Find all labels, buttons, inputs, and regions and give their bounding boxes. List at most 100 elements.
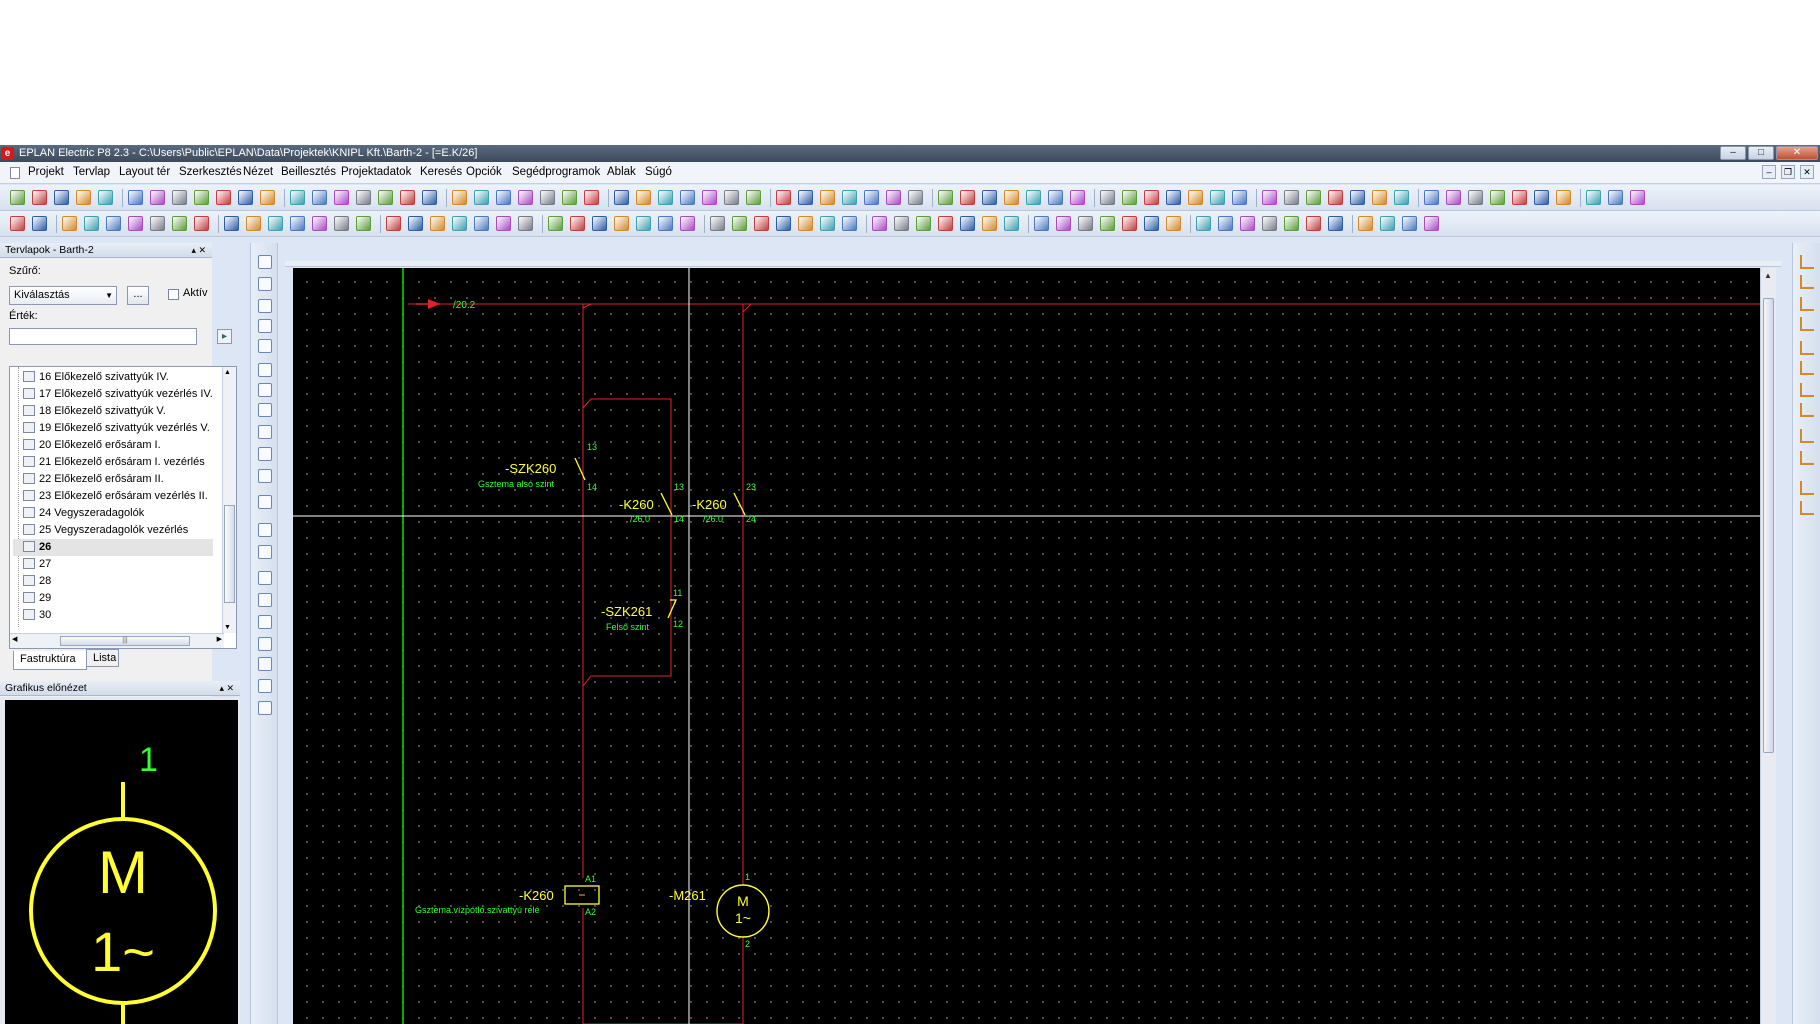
toolbar-tool-icon[interactable]	[540, 190, 555, 205]
connection-symbol-icon[interactable]	[1800, 317, 1814, 331]
active-checkbox[interactable]	[168, 289, 179, 300]
toolbar-tool-icon[interactable]	[312, 190, 327, 205]
tree-page-item[interactable]: 23 Előkezelő erősáram vezérlés II.	[13, 488, 213, 505]
drawing-tool-icon[interactable]	[258, 339, 272, 353]
drawing-tool-icon[interactable]	[258, 593, 272, 607]
toolbar-tool-icon[interactable]	[1262, 216, 1277, 231]
scroll-up-icon[interactable]: ▲	[224, 369, 231, 376]
scroll-down-icon[interactable]: ▼	[224, 624, 231, 631]
minimize-button[interactable]: –	[1720, 146, 1746, 160]
menu-projektadatok[interactable]: Projektadatok	[341, 166, 411, 178]
canvas-vscrollbar[interactable]: ▲	[1760, 268, 1776, 1024]
toolbar-tool-icon[interactable]	[1048, 190, 1063, 205]
toolbar-tool-icon[interactable]	[982, 216, 997, 231]
toolbar-tool-icon[interactable]	[820, 216, 835, 231]
toolbar-tool-icon[interactable]	[842, 216, 857, 231]
toolbar-tool-icon[interactable]	[268, 216, 283, 231]
toolbar-tool-icon[interactable]	[400, 190, 415, 205]
toolbar-tool-icon[interactable]	[172, 216, 187, 231]
preview-panel-controls[interactable]: ▴ ✕	[219, 681, 234, 695]
toolbar-tool-icon[interactable]	[408, 216, 423, 231]
menu-tervlap[interactable]: Tervlap	[73, 166, 110, 178]
tree-page-item[interactable]: 26	[13, 539, 213, 556]
toolbar-tool-icon[interactable]	[982, 190, 997, 205]
connection-symbol-icon[interactable]	[1800, 255, 1814, 269]
toolbar-tool-icon[interactable]	[1100, 216, 1115, 231]
tree-vscrollbar[interactable]: ▲ ▼	[222, 367, 236, 633]
toolbar-tool-icon[interactable]	[1630, 190, 1645, 205]
tree-vscroll-thumb[interactable]	[224, 505, 235, 603]
filter-browse-button[interactable]: ...	[127, 286, 149, 305]
value-input[interactable]	[9, 328, 197, 345]
toolbar-tool-icon[interactable]	[224, 216, 239, 231]
tree-page-item[interactable]: 20 Előkezelő erősáram I.	[13, 437, 213, 454]
drawing-tool-icon[interactable]	[258, 523, 272, 537]
toolbar-tool-icon[interactable]	[776, 190, 791, 205]
toolbar-tool-icon[interactable]	[1424, 190, 1439, 205]
drawing-tool-icon[interactable]	[258, 657, 272, 671]
connection-symbol-icon[interactable]	[1800, 429, 1814, 443]
toolbar-tool-icon[interactable]	[496, 216, 511, 231]
toolbar-tool-icon[interactable]	[872, 216, 887, 231]
connection-symbol-icon[interactable]	[1800, 481, 1814, 495]
tree-page-item[interactable]: 28	[13, 573, 213, 590]
toolbar-tool-icon[interactable]	[1004, 190, 1019, 205]
toolbar-tool-icon[interactable]	[636, 216, 651, 231]
toolbar-tool-icon[interactable]	[1144, 190, 1159, 205]
scroll-up-icon[interactable]: ▲	[1764, 271, 1772, 280]
toolbar-tool-icon[interactable]	[106, 216, 121, 231]
toolbar-tool-icon[interactable]	[798, 216, 813, 231]
toolbar-tool-icon[interactable]	[54, 190, 69, 205]
toolbar-tool-icon[interactable]	[746, 190, 761, 205]
menu-nezet[interactable]: Nézet	[243, 166, 273, 178]
canvas-vscroll-thumb[interactable]	[1763, 298, 1774, 753]
drawing-tool-icon[interactable]	[258, 447, 272, 461]
drawing-tool-icon[interactable]	[258, 495, 272, 509]
toolbar-tool-icon[interactable]	[1306, 216, 1321, 231]
toolbar-tool-icon[interactable]	[1026, 190, 1041, 205]
drawing-tool-icon[interactable]	[258, 615, 272, 629]
toolbar-tool-icon[interactable]	[754, 216, 769, 231]
toolbar-tool-icon[interactable]	[430, 216, 445, 231]
toolbar-tool-icon[interactable]	[474, 190, 489, 205]
toolbar-tool-icon[interactable]	[1446, 190, 1461, 205]
connection-symbol-icon[interactable]	[1800, 341, 1814, 355]
tree-page-item[interactable]: 17 Előkezelő szivattyúk vezérlés IV.	[13, 386, 213, 403]
toolbar-tool-icon[interactable]	[76, 190, 91, 205]
toolbar-tool-icon[interactable]	[938, 190, 953, 205]
toolbar-tool-icon[interactable]	[356, 190, 371, 205]
tree-hscrollbar[interactable]: ◀ ||| ▶	[10, 633, 224, 648]
toolbar-tool-icon[interactable]	[1056, 216, 1071, 231]
toolbar-tool-icon[interactable]	[1122, 216, 1137, 231]
toolbar-tool-icon[interactable]	[422, 190, 437, 205]
toolbar-tool-icon[interactable]	[1490, 190, 1505, 205]
toolbar-tool-icon[interactable]	[1262, 190, 1277, 205]
toolbar-tool-icon[interactable]	[1284, 216, 1299, 231]
toolbar-tool-icon[interactable]	[474, 216, 489, 231]
menu-projekt[interactable]: Projekt	[28, 166, 64, 178]
toolbar-tool-icon[interactable]	[1328, 190, 1343, 205]
toolbar-tool-icon[interactable]	[614, 190, 629, 205]
toolbar-tool-icon[interactable]	[1380, 216, 1395, 231]
filter-select[interactable]: Kiválasztás ▼	[9, 286, 117, 305]
toolbar-tool-icon[interactable]	[864, 190, 879, 205]
menu-sugo[interactable]: Súgó	[645, 166, 672, 178]
mdi-minimize-button[interactable]: –	[1762, 165, 1776, 179]
drawing-tool-icon[interactable]	[258, 637, 272, 651]
tree-hscroll-thumb[interactable]: |||	[60, 636, 190, 646]
toolbar-tool-icon[interactable]	[386, 216, 401, 231]
toolbar-tool-icon[interactable]	[908, 190, 923, 205]
toolbar-tool-icon[interactable]	[658, 216, 673, 231]
tree-page-item[interactable]: 30	[13, 607, 213, 624]
toolbar-tool-icon[interactable]	[452, 190, 467, 205]
toolbar-tool-icon[interactable]	[584, 190, 599, 205]
toolbar-tool-icon[interactable]	[1306, 190, 1321, 205]
maximize-button[interactable]: □	[1748, 146, 1774, 160]
tree-page-item[interactable]: 25 Vegyszeradagolók vezérlés	[13, 522, 213, 539]
toolbar-tool-icon[interactable]	[1468, 190, 1483, 205]
connection-symbol-icon[interactable]	[1800, 501, 1814, 515]
menu-szerkesztes[interactable]: Szerkesztés	[179, 166, 242, 178]
toolbar-tool-icon[interactable]	[562, 190, 577, 205]
toolbar-tool-icon[interactable]	[334, 190, 349, 205]
mdi-close-button[interactable]: ✕	[1800, 165, 1814, 179]
